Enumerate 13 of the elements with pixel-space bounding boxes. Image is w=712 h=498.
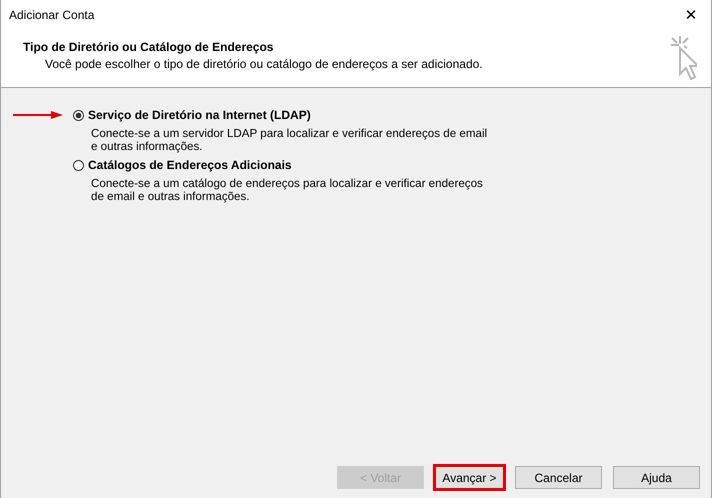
option-description: Conecte-se a um catálogo de endereços para localizar e verificar endereços de email e outras informações. <box>91 177 484 203</box>
option-label[interactable]: Serviço de Diretório na Internet (LDAP) <box>88 108 311 122</box>
header-title: Tipo de Diretório ou Catálogo de Endereços <box>23 40 274 54</box>
dialog-button[interactable]: Cancelar <box>515 466 602 489</box>
option-description: Conecte-se a um servidor LDAP para localizar e verificar endereços de email e outras informações. <box>91 127 488 153</box>
window-title: Adicionar Conta <box>8 8 94 22</box>
option-label[interactable]: Catálogos de Endereços Adicionais <box>88 158 292 172</box>
radio-button[interactable] <box>73 110 84 120</box>
close-button[interactable]: ✕ <box>671 0 711 30</box>
dialog-button[interactable]: Avançar > <box>435 466 504 489</box>
dialog-button[interactable]: Ajuda <box>613 466 700 489</box>
radio-button[interactable] <box>73 160 84 170</box>
header-subtitle: Você pode escolher o tipo de diretório ou catálogo de endereços a ser adicionado. <box>44 57 483 71</box>
